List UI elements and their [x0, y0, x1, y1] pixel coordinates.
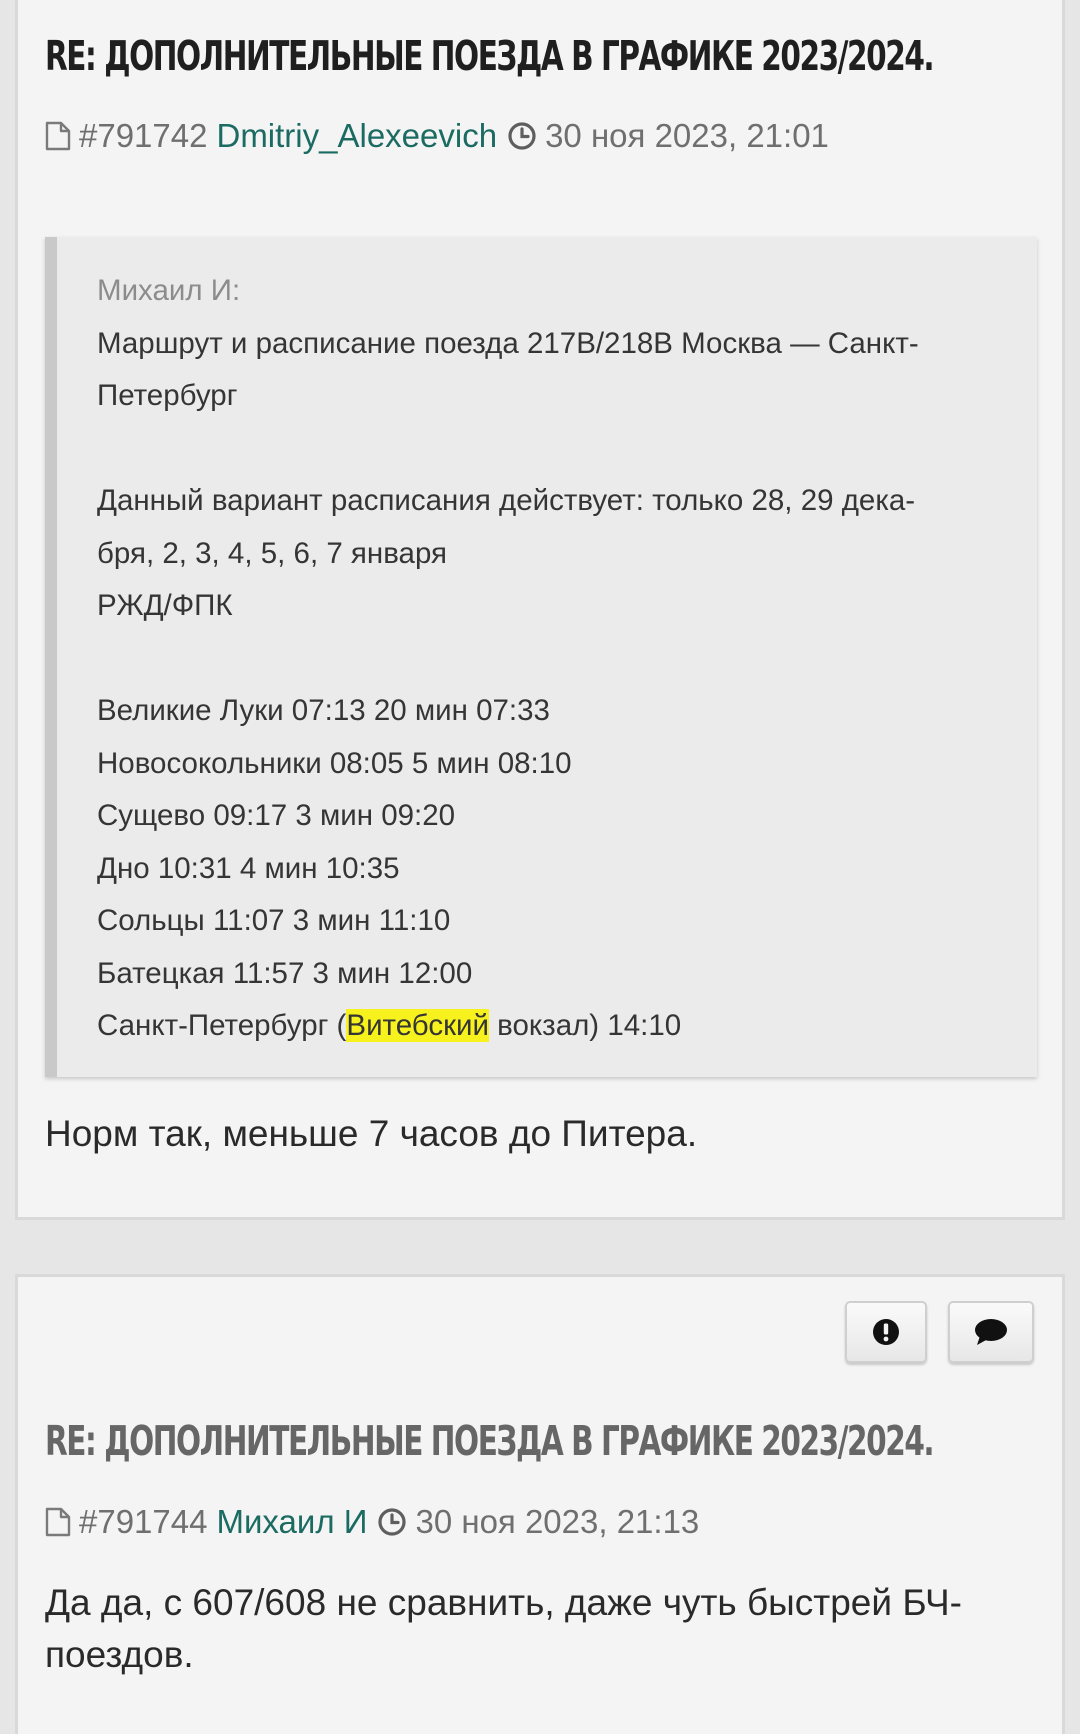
- author-link[interactable]: Dmitriy_Alexeevich: [216, 117, 497, 155]
- post-body: Норм так, меньше 7 часов до Питера.: [45, 1113, 698, 1154]
- post-body: Да да, с 607/608 не сравнить, даже чуть …: [45, 1582, 962, 1675]
- quote-text-segment: вокзал) 14:10: [488, 1009, 682, 1042]
- quote-line: Батецкая 11:57 3 мин 12:00: [97, 956, 473, 990]
- speech-bubble-icon: [975, 1319, 1007, 1345]
- post-title: RE: ДОПОЛНИТЕЛЬНЫЕ ПОЕЗДА В ГРАФИКЕ 2023…: [45, 32, 935, 80]
- quote-line: Сольцы 11:07 3 мин 11:10: [97, 904, 451, 937]
- quote-line: бря, 2, 3, 4, 5, 6, 7 января: [97, 536, 447, 570]
- quote-line: РЖД/ФПК: [97, 589, 233, 622]
- file-icon[interactable]: [45, 121, 71, 151]
- post-date: 30 ноя 2023, 21:01: [545, 117, 829, 154]
- post-number-link[interactable]: #791744: [79, 1503, 207, 1541]
- post-meta: #791742 Dmitriy_Alexeevich 30 ноя 2023, …: [45, 117, 829, 155]
- quote-line: Новосокольники 08:05 5 мин 08:10: [97, 746, 572, 780]
- quote-author: Михаил И:: [97, 274, 241, 307]
- post-number-link[interactable]: #791742: [79, 117, 207, 155]
- exclamation-circle-icon: [873, 1319, 899, 1345]
- quote-last-line: Санкт-Петербург (Витебский вокзал) 14:10: [97, 1000, 997, 1053]
- quote-line: Дно 10:31 4 мин 10:35: [97, 851, 400, 885]
- quote-line: Великие Луки 07:13 20 мин 07:33: [97, 694, 550, 727]
- reply-button[interactable]: [948, 1301, 1034, 1363]
- post-791742: RE: ДОПОЛНИТЕЛЬНЫЕ ПОЕЗДА В ГРАФИКЕ 2023…: [15, 0, 1065, 1220]
- clock-icon: [508, 122, 536, 150]
- author-link[interactable]: Михаил И: [216, 1503, 367, 1541]
- quote-line: Сущево 09:17 3 мин 09:20: [97, 799, 456, 832]
- search-highlight: Витебский: [346, 1009, 489, 1042]
- quote-text: Маршрут и расписание поезда 217В/218В Мо…: [97, 318, 997, 1001]
- quote-text-segment: Санкт-Петербург (: [97, 1009, 347, 1042]
- post-date: 30 ноя 2023, 21:13: [415, 1503, 700, 1540]
- post-meta: #791744 Михаил И 30 ноя 2023, 21:13: [45, 1503, 699, 1541]
- quote-block: Михаил И: Маршрут и расписание поезда 21…: [45, 237, 1037, 1077]
- post-title: RE: ДОПОЛНИТЕЛЬНЫЕ ПОЕЗДА В ГРАФИКЕ 2023…: [45, 1417, 935, 1465]
- clock-icon: [378, 1508, 407, 1536]
- quote-line: Данный вариант расписания действует: тол…: [97, 484, 916, 517]
- file-icon[interactable]: [45, 1507, 71, 1537]
- post-791744: RE: ДОПОЛНИТЕЛЬНЫЕ ПОЕЗДА В ГРАФИКЕ 2023…: [15, 1274, 1065, 1734]
- quote-blank-line: [97, 633, 997, 686]
- quote-line: Маршрут и расписание поезда 217В/218В Мо…: [97, 326, 919, 360]
- report-button[interactable]: [845, 1301, 927, 1363]
- quote-line: Петербург: [97, 379, 238, 412]
- quote-blank-line: [97, 423, 997, 476]
